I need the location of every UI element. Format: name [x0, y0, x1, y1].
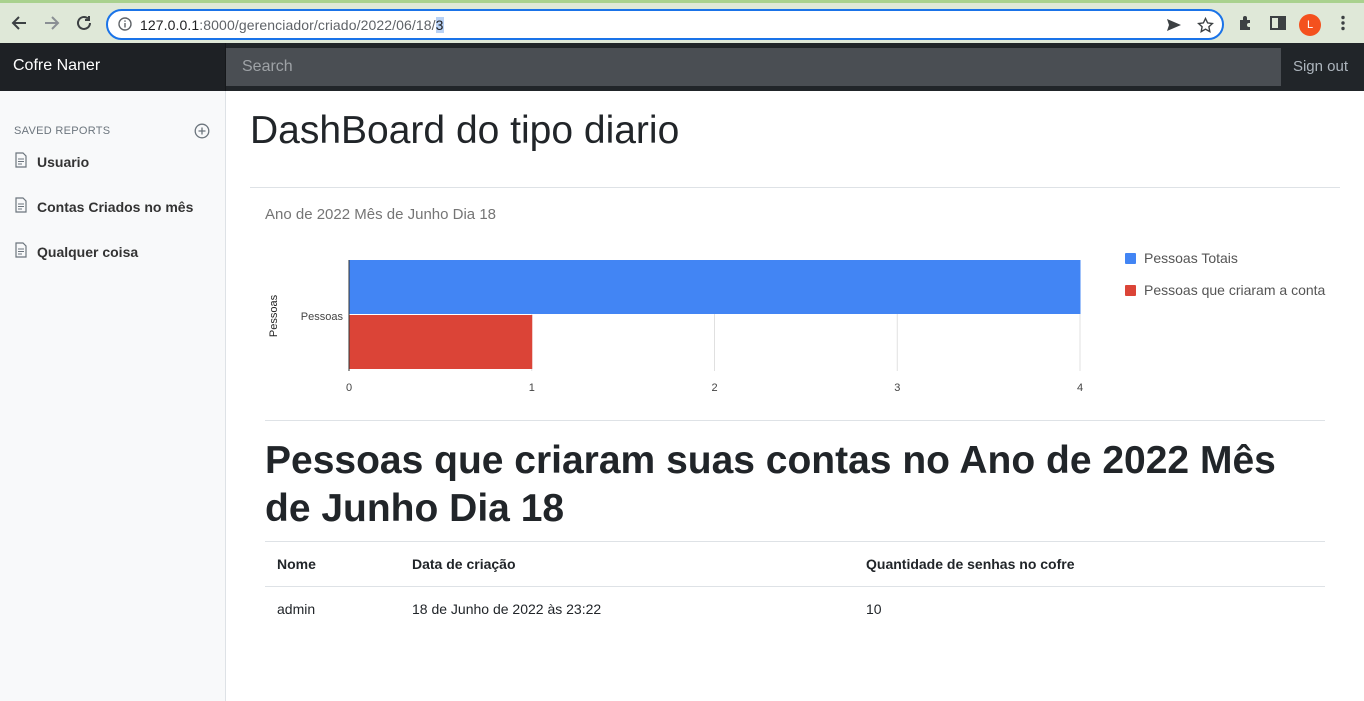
bookmark-star-icon[interactable]	[1197, 16, 1214, 39]
chart-x-tick-label: 0	[346, 382, 352, 394]
chart-category-label: Pessoas	[301, 311, 344, 323]
sidebar-item-usuario[interactable]: Usuario	[14, 152, 89, 171]
page-title: DashBoard do tipo diario	[250, 109, 680, 152]
divider	[265, 420, 1325, 421]
file-text-icon	[14, 242, 28, 261]
legend-label: Pessoas que criaram a conta	[1144, 282, 1326, 298]
profile-avatar[interactable]: L	[1299, 14, 1321, 36]
sidebar-item-label: Usuario	[37, 153, 90, 170]
search-input[interactable]	[226, 48, 1281, 86]
sign-out-link[interactable]: Sign out	[1293, 58, 1348, 75]
plus-circle-icon[interactable]	[194, 123, 210, 144]
sidebar-item-label: Qualquer coisa	[37, 243, 139, 260]
chart-x-tick-label: 2	[711, 382, 717, 394]
back-icon[interactable]	[8, 12, 30, 34]
file-text-icon	[14, 152, 28, 171]
url-selection: 3	[435, 17, 444, 33]
brand-link[interactable]: Cofre Naner	[0, 43, 226, 91]
side-panel-icon[interactable]	[1269, 14, 1287, 37]
chart-bar	[349, 260, 1081, 314]
browser-toolbar: 127.0.0.1:8000/gerenciador/criado/2022/0…	[0, 0, 1364, 43]
column-header-nome: Nome	[265, 541, 400, 587]
table-header-row: Nome Data de criação Quantidade de senha…	[265, 541, 1325, 587]
legend-label: Pessoas Totais	[1144, 250, 1238, 266]
chart-bar	[349, 315, 533, 369]
sidebar-item-qualquer-coisa[interactable]: Qualquer coisa	[14, 242, 138, 261]
info-icon[interactable]	[118, 17, 132, 36]
url-path: :8000/gerenciador/criado/2022/06/18/	[199, 17, 436, 33]
reload-icon[interactable]	[73, 12, 95, 34]
column-header-data: Data de criação	[400, 541, 854, 587]
file-text-icon	[14, 197, 28, 216]
chart-x-tick-label: 1	[529, 382, 535, 394]
legend-swatch	[1125, 253, 1136, 264]
bar-chart: Ano de 2022 Mês de Junho Dia 18 0 1 2 3 4 Pe…	[265, 201, 1340, 411]
sidebar: SAVED REPORTS Usuario Contas Criados no …	[0, 91, 226, 701]
url-text[interactable]: 127.0.0.1:8000/gerenciador/criado/2022/0…	[140, 17, 444, 33]
url-host: 127.0.0.1	[140, 17, 200, 33]
chart-x-ticks: 0 1 2 3 4	[346, 382, 1083, 394]
forward-icon[interactable]	[41, 12, 63, 34]
column-header-quantidade: Quantidade de senhas no cofre	[854, 541, 1325, 587]
legend-swatch	[1125, 285, 1136, 296]
send-icon[interactable]	[1166, 17, 1182, 38]
cell-quantidade: 10	[866, 601, 882, 617]
chart-x-tick-label: 4	[1077, 382, 1083, 394]
kebab-menu-icon[interactable]	[1334, 14, 1352, 37]
chart-legend: Pessoas Totais Pessoas que criaram a cont…	[1125, 250, 1326, 298]
chart-y-axis-label: Pessoas	[268, 294, 280, 337]
saved-reports-heading: SAVED REPORTS	[14, 125, 111, 137]
sidebar-item-contas-criados[interactable]: Contas Criados no mês	[14, 197, 193, 216]
cell-data: 18 de Junho de 2022 às 23:22	[412, 601, 602, 617]
cell-nome: admin	[277, 601, 316, 617]
sidebar-item-label: Contas Criados no mês	[37, 198, 194, 215]
chart-x-tick-label: 3	[894, 382, 900, 394]
address-bar[interactable]: 127.0.0.1:8000/gerenciador/criado/2022/0…	[106, 9, 1224, 40]
accounts-table: Nome Data de criação Quantidade de senha…	[265, 541, 1325, 631]
top-navbar: Cofre Naner Sign out	[0, 43, 1364, 91]
table-row: admin 18 de Junho de 2022 às 23:22 10	[265, 587, 1325, 632]
divider	[250, 187, 1340, 188]
chart-title: Ano de 2022 Mês de Junho Dia 18	[265, 206, 496, 223]
extensions-puzzle-icon[interactable]	[1237, 14, 1255, 37]
section-title: Pessoas que criaram suas contas no Ano d…	[265, 439, 1276, 530]
chart-svg: Ano de 2022 Mês de Junho Dia 18 0 1 2 3 4 Pe…	[265, 206, 1326, 394]
